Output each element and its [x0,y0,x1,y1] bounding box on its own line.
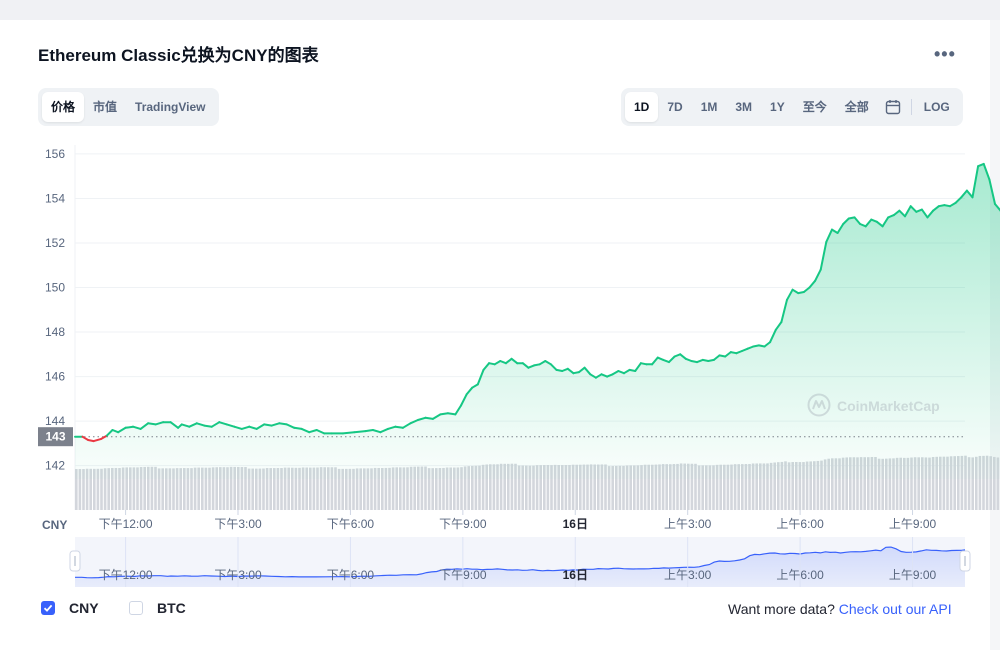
more-data-text: Want more data? [728,601,835,617]
price-line-segment [263,423,273,427]
api-link[interactable]: Check out our API [839,601,952,617]
y-tick-label: 148 [45,325,65,339]
navigator-tick-label: 下午6:00 [327,568,375,582]
x-tick-label: 16日 [563,517,588,531]
price-line-segment [147,422,157,426]
current-price-badge: 143 [38,427,73,447]
price-chart: CoinMarketCap 142 144 146 148 150 152 154 156 1… [38,145,1000,587]
price-line-segment [293,426,303,430]
price-line-segment [364,429,374,433]
y-tick-label: 144 [45,414,65,428]
legend-cny-label: CNY [69,600,99,616]
navigator-tick-label: 上午9:00 [889,568,937,582]
x-tick-label: 上午6:00 [776,517,824,531]
price-line-segment [394,425,404,429]
more-data-prompt: Want more data? Check out our API [728,601,952,617]
x-tick-label: 上午9:00 [889,517,937,531]
checkmark-icon [43,604,53,612]
navigator-left-handle[interactable] [69,550,81,572]
legend-btc-label: BTC [157,600,186,616]
legend-cny-toggle[interactable]: CNY [41,600,99,616]
navigator-tick-label: 上午3:00 [664,568,712,582]
price-line-segment [353,430,367,434]
range-navigator[interactable]: 下午12:00 下午3:00 下午6:00 下午9:00 16日 上午3:00 上午6:00… [69,537,971,587]
price-line-segment [424,416,434,420]
y-tick-label: 156 [45,147,65,161]
navigator-tick-label: 下午3:00 [214,568,262,582]
current-price-label: 143 [45,430,65,444]
price-line-segment [278,422,288,426]
x-tick-label: 下午6:00 [327,517,375,531]
y-tick-label: 152 [45,236,65,250]
price-line-segment [124,425,135,429]
price-line-segment [341,431,356,435]
btc-checkbox[interactable] [129,601,143,615]
price-area-fill [75,163,1000,479]
cny-checkbox[interactable] [41,601,55,615]
y-axis-unit-label: CNY [42,518,67,532]
x-tick-label: 下午3:00 [214,517,262,531]
x-tick-label: 上午3:00 [664,517,712,531]
y-tick-label: 142 [45,459,65,473]
y-tick-label: 154 [45,191,65,205]
navigator-tick-label: 下午12:00 [99,568,153,582]
navigator-tick-label: 下午9:00 [439,568,487,582]
x-tick-label: 下午12:00 [99,517,153,531]
y-tick-label: 150 [45,281,65,295]
y-tick-label: 146 [45,370,65,384]
navigator-tick-label: 上午6:00 [776,568,824,582]
navigator-tick-label: 16日 [563,568,588,582]
price-line-segment [203,424,213,428]
watermark-text: CoinMarketCap [837,398,940,414]
x-tick-label: 下午9:00 [439,517,487,531]
legend-btc-toggle[interactable]: BTC [129,600,186,616]
price-line-segment [446,412,457,416]
navigator-right-handle[interactable] [959,550,971,572]
price-line-segment [439,412,449,416]
